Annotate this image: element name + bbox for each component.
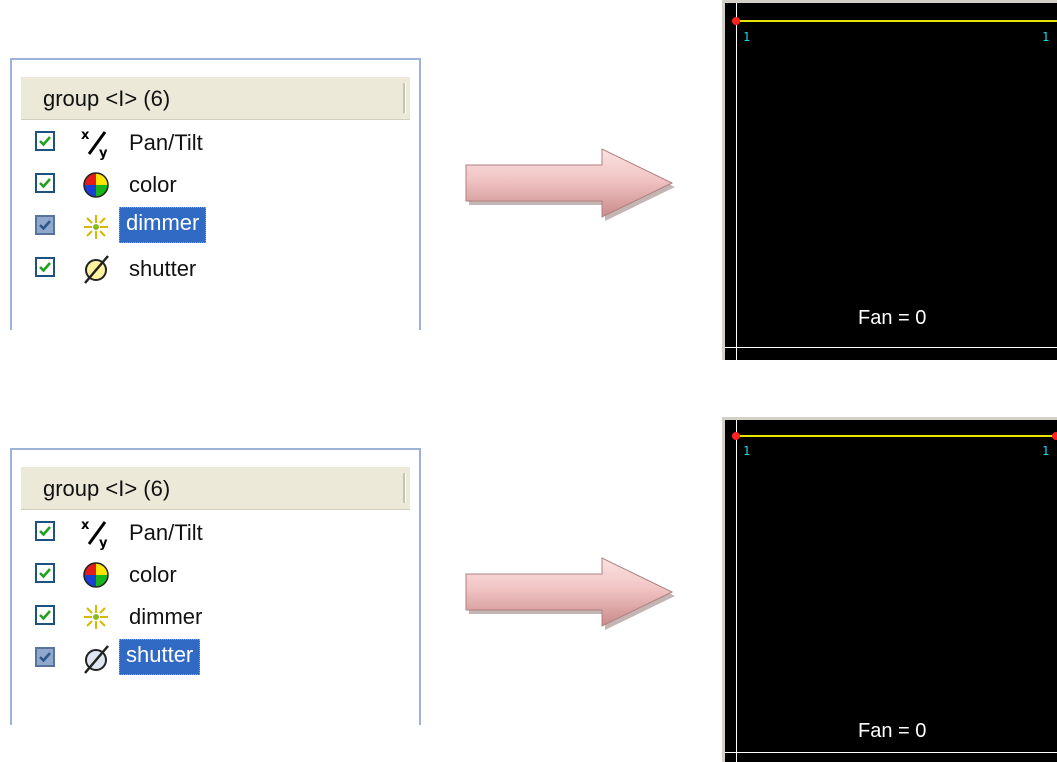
right-tick-label: 1 (1042, 30, 1050, 44)
checkbox[interactable] (35, 521, 55, 541)
shutter-icon (79, 642, 113, 676)
list-item-dimmer[interactable]: dimmer (35, 206, 419, 248)
list-item-label: shutter (119, 639, 201, 675)
list-item-label: Pan/Tilt (129, 130, 203, 155)
list-item-label: shutter (129, 256, 197, 281)
baseline (725, 752, 1057, 753)
pan-tilt-icon: xy (79, 126, 113, 160)
dimmer-icon (79, 210, 113, 244)
attribute-list-panel-1: group <I> (6) xy Pan/Tilt color dimmer s… (10, 58, 421, 330)
endpoint-marker[interactable] (732, 432, 740, 440)
fan-value-readout: Fan = 0 (858, 307, 927, 329)
color-wheel-icon (79, 168, 113, 202)
shutter-icon (79, 252, 113, 286)
checkbox[interactable] (35, 563, 55, 583)
list-item-shutter[interactable]: shutter (35, 638, 419, 680)
list-item-label: dimmer (129, 604, 203, 629)
right-arrow-icon (465, 557, 675, 630)
group-header[interactable]: group <I> (6) (21, 77, 410, 120)
left-tick-label: 1 (743, 30, 751, 44)
right-arrow-icon (465, 148, 675, 221)
svg-text:y: y (99, 146, 108, 160)
attribute-list: xy Pan/Tilt color dimmer shutter (35, 512, 419, 680)
group-title: group <I> (6) (43, 86, 171, 111)
group-header[interactable]: group <I> (6) (21, 467, 410, 510)
endpoint-marker[interactable] (732, 17, 740, 25)
list-item-pan-tilt[interactable]: xy Pan/Tilt (35, 122, 419, 164)
list-item-label: Pan/Tilt (129, 520, 203, 545)
right-tick-label: 1 (1042, 444, 1050, 458)
list-item-shutter[interactable]: shutter (35, 248, 419, 290)
list-item-label: color (129, 172, 177, 197)
checkbox[interactable] (35, 131, 55, 151)
list-item-label: dimmer (119, 207, 207, 243)
list-item-color[interactable]: color (35, 164, 419, 206)
checkbox[interactable] (35, 647, 55, 667)
fan-preview-screen-2: 1 1 Fan = 0 (722, 417, 1057, 762)
svg-text:y: y (99, 536, 108, 550)
group-title: group <I> (6) (43, 476, 171, 501)
checkbox[interactable] (35, 215, 55, 235)
attribute-list: xy Pan/Tilt color dimmer shutter (35, 122, 419, 290)
fan-line (736, 435, 1057, 437)
checkbox[interactable] (35, 257, 55, 277)
checkbox[interactable] (35, 173, 55, 193)
svg-text:x: x (81, 518, 90, 533)
color-wheel-icon (79, 558, 113, 592)
pan-tilt-icon: xy (79, 516, 113, 550)
fan-value-readout: Fan = 0 (858, 720, 927, 742)
list-item-dimmer[interactable]: dimmer (35, 596, 419, 638)
list-item-color[interactable]: color (35, 554, 419, 596)
vertical-axis-line (736, 3, 737, 360)
list-item-label: color (129, 562, 177, 587)
vertical-axis-line (736, 420, 737, 762)
left-tick-label: 1 (743, 444, 751, 458)
list-item-pan-tilt[interactable]: xy Pan/Tilt (35, 512, 419, 554)
fan-preview-screen-1: 1 1 Fan = 0 (722, 0, 1057, 360)
endpoint-marker[interactable] (1052, 432, 1057, 440)
baseline (725, 347, 1057, 348)
svg-text:x: x (81, 128, 90, 143)
checkbox[interactable] (35, 605, 55, 625)
attribute-list-panel-2: group <I> (6) xy Pan/Tilt color dimmer s… (10, 448, 421, 725)
dimmer-icon (79, 600, 113, 634)
fan-line (736, 20, 1057, 22)
